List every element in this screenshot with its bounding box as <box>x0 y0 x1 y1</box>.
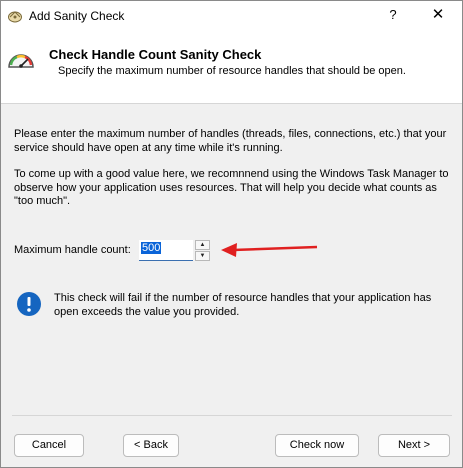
info-icon <box>17 292 41 316</box>
header-title: Check Handle Count Sanity Check <box>49 47 262 62</box>
stepper-down-button[interactable]: ▼ <box>195 251 210 261</box>
annotation-arrow-icon <box>221 243 318 257</box>
max-handle-value[interactable]: 500 <box>141 242 162 254</box>
advice-paragraph: To come up with a good value here, we re… <box>14 168 449 207</box>
max-handle-stepper[interactable]: ▲ ▼ <box>195 240 211 261</box>
cancel-button[interactable]: Cancel <box>14 434 84 457</box>
close-button[interactable]: ✕ <box>425 4 451 26</box>
stepper-up-button[interactable]: ▲ <box>195 240 210 250</box>
max-handle-label: Maximum handle count: <box>14 244 131 256</box>
footer-divider <box>12 415 452 416</box>
info-text: This check will fail if the number of re… <box>54 292 432 318</box>
help-button[interactable]: ? <box>382 4 404 26</box>
wizard-header: Check Handle Count Sanity Check Specify … <box>1 31 462 104</box>
intro-paragraph: Please enter the maximum number of handl… <box>14 128 447 154</box>
title-bar: Add Sanity Check ? ✕ <box>1 1 462 31</box>
back-button[interactable]: < Back <box>123 434 179 457</box>
window-title: Add Sanity Check <box>29 9 125 23</box>
dialog-window: Add Sanity Check ? ✕ Check Handle Count … <box>0 0 463 468</box>
max-handle-input[interactable]: 500 <box>139 240 193 261</box>
app-icon <box>8 11 22 23</box>
check-now-button[interactable]: Check now <box>275 434 359 457</box>
next-button[interactable]: Next > <box>378 434 450 457</box>
gauge-icon <box>8 54 34 68</box>
header-subtitle: Specify the maximum number of resource h… <box>58 65 406 77</box>
